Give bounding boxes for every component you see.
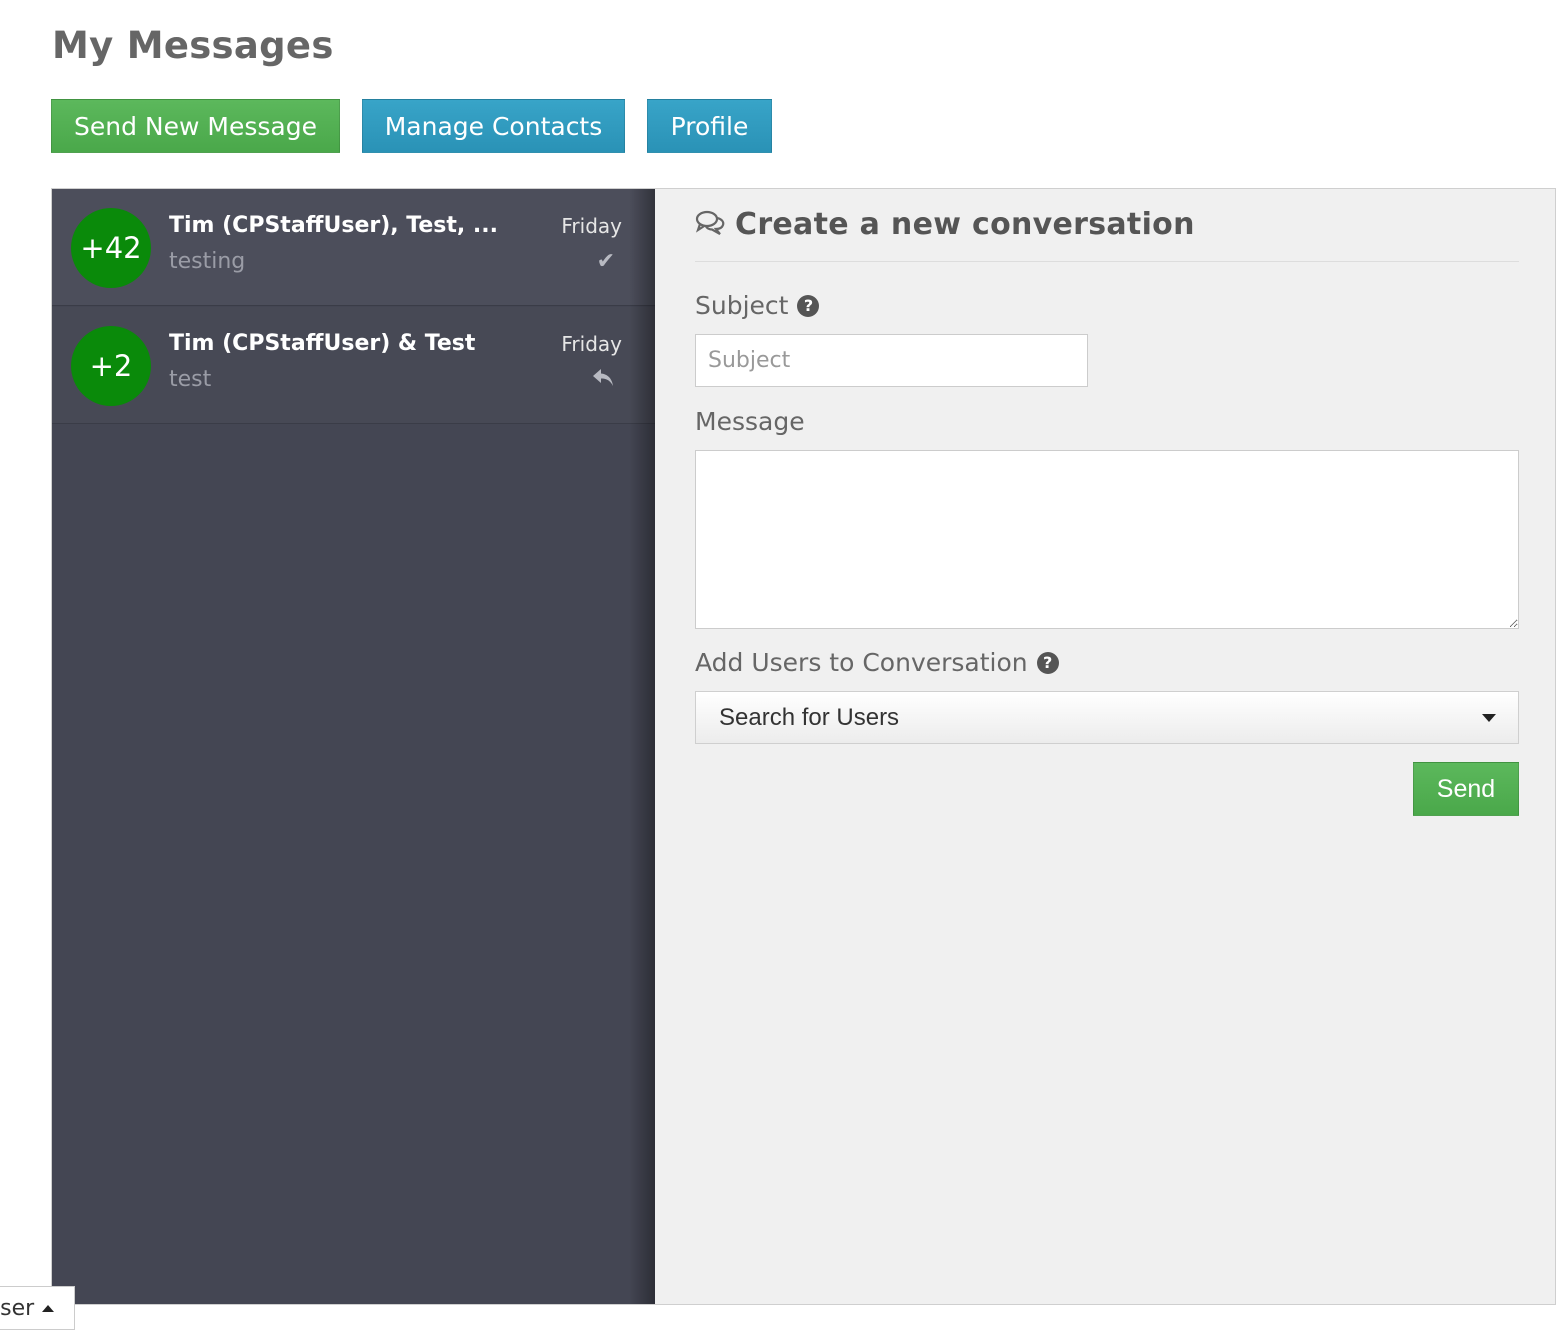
message-label: Message bbox=[695, 407, 805, 436]
comments-icon bbox=[695, 209, 725, 244]
sidebar-shadow bbox=[629, 189, 655, 1304]
avatar: +42 bbox=[71, 208, 151, 288]
check-icon: ✔ bbox=[596, 249, 615, 274]
message-input[interactable] bbox=[695, 450, 1519, 629]
send-new-message-button[interactable]: Send New Message bbox=[51, 99, 340, 153]
compose-title: Create a new conversation bbox=[735, 207, 1195, 242]
conversation-item[interactable]: +42 Tim (CPStaffUser), Test, ... testing… bbox=[52, 189, 655, 306]
conversation-preview: testing bbox=[169, 249, 246, 274]
compose-panel: Create a new conversation Subject ? Mess… bbox=[655, 189, 1555, 1304]
conversation-list: +42 Tim (CPStaffUser), Test, ... testing… bbox=[52, 189, 655, 1304]
user-menu-toggle[interactable]: User bbox=[0, 1286, 75, 1330]
subject-input[interactable] bbox=[695, 334, 1088, 387]
conversation-date: Friday bbox=[561, 214, 622, 238]
conversation-name: Tim (CPStaffUser) & Test bbox=[169, 331, 476, 356]
compose-header: Create a new conversation bbox=[695, 207, 1519, 262]
help-icon[interactable]: ? bbox=[797, 294, 820, 317]
conversation-date: Friday bbox=[561, 332, 622, 356]
send-button[interactable]: Send bbox=[1413, 762, 1519, 816]
subject-label-text: Subject bbox=[695, 291, 789, 320]
profile-button[interactable]: Profile bbox=[647, 99, 772, 153]
conversation-item[interactable]: +2 Tim (CPStaffUser) & Test test Friday bbox=[52, 307, 655, 424]
user-search-value: Search for Users bbox=[719, 703, 900, 731]
user-search-select[interactable]: Search for Users bbox=[695, 691, 1519, 744]
users-label-text: Add Users to Conversation bbox=[695, 648, 1028, 677]
help-icon[interactable]: ? bbox=[1036, 651, 1059, 674]
users-label: Add Users to Conversation ? bbox=[695, 648, 1059, 677]
chevron-down-icon bbox=[1482, 714, 1496, 722]
avatar: +2 bbox=[71, 326, 151, 406]
message-label-text: Message bbox=[695, 407, 805, 436]
conversation-preview: test bbox=[169, 367, 212, 392]
user-menu-label: User bbox=[0, 1295, 35, 1321]
page-title: My Messages bbox=[52, 24, 334, 67]
reply-icon bbox=[591, 367, 615, 395]
messages-container: +42 Tim (CPStaffUser), Test, ... testing… bbox=[51, 188, 1556, 1305]
manage-contacts-button[interactable]: Manage Contacts bbox=[362, 99, 625, 153]
caret-up-icon bbox=[42, 1304, 55, 1312]
conversation-name: Tim (CPStaffUser), Test, ... bbox=[169, 213, 498, 238]
subject-label: Subject ? bbox=[695, 291, 820, 320]
